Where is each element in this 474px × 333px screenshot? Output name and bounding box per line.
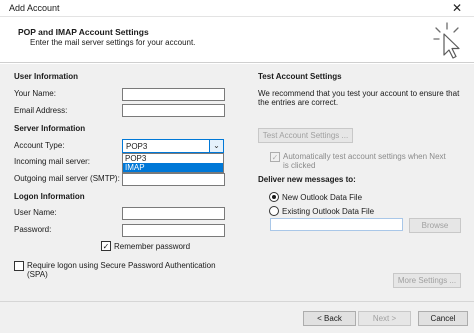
outgoing-server-label: Outgoing mail server (SMTP): (14, 174, 120, 183)
account-type-dropdown-list: POP3 IMAP (122, 153, 224, 173)
header-title: POP and IMAP Account Settings (18, 27, 149, 37)
header-subtitle: Enter the mail server settings for your … (30, 38, 196, 47)
account-type-value: POP3 (126, 142, 148, 151)
browse-button[interactable]: Browse (409, 218, 461, 233)
cancel-button[interactable]: Cancel (418, 311, 468, 326)
chevron-down-icon[interactable]: ⌄ (209, 140, 223, 152)
remember-password-label: Remember password (114, 242, 191, 251)
user-info-heading: User Information (14, 72, 79, 81)
spa-checkbox[interactable] (14, 261, 24, 271)
outgoing-server-input[interactable] (122, 173, 225, 186)
more-settings-button[interactable]: More Settings ... (393, 273, 461, 288)
option-imap[interactable]: IMAP (123, 163, 223, 172)
test-account-settings-button[interactable]: Test Account Settings ... (258, 128, 353, 143)
password-input[interactable] (122, 224, 225, 237)
close-icon[interactable]: ✕ (444, 0, 470, 16)
your-name-input[interactable] (122, 88, 225, 101)
new-data-file-label: New Outlook Data File (282, 193, 363, 202)
remember-password-checkbox[interactable]: ✓ (101, 241, 111, 251)
your-name-label: Your Name: (14, 89, 56, 98)
spa-label: Require logon using Secure Password Auth… (27, 261, 216, 270)
test-settings-heading: Test Account Settings (258, 72, 342, 81)
incoming-server-label: Incoming mail server: (14, 157, 91, 166)
window-title: Add Account (9, 3, 60, 13)
new-data-file-radio[interactable] (269, 192, 279, 202)
deliver-heading: Deliver new messages to: (258, 175, 356, 184)
back-button[interactable]: < Back (303, 311, 356, 326)
server-info-heading: Server Information (14, 124, 86, 133)
radio-selected-dot (272, 195, 276, 199)
existing-data-file-path-input[interactable] (270, 218, 403, 231)
spa-label-line2: (SPA) (27, 270, 48, 279)
dialog-header: POP and IMAP Account Settings Enter the … (0, 17, 474, 63)
password-label: Password: (14, 225, 52, 234)
footer-divider (0, 301, 474, 302)
existing-data-file-label: Existing Outlook Data File (282, 207, 375, 216)
title-bar: Add Account ✕ (0, 0, 474, 17)
email-input[interactable] (122, 104, 225, 117)
account-type-select[interactable]: POP3 ⌄ (122, 139, 224, 153)
logon-info-heading: Logon Information (14, 192, 85, 201)
existing-data-file-radio[interactable] (269, 206, 279, 216)
email-label: Email Address: (14, 106, 68, 115)
option-pop3[interactable]: POP3 (123, 154, 223, 163)
auto-test-checkbox[interactable]: ✓ (270, 152, 280, 162)
user-name-label: User Name: (14, 208, 57, 217)
cursor-click-icon (433, 22, 460, 59)
user-name-input[interactable] (122, 207, 225, 220)
test-description-line2: the entries are correct. (258, 98, 339, 107)
next-button[interactable]: Next > (358, 311, 411, 326)
test-description-line1: We recommend that you test your account … (258, 89, 460, 98)
auto-test-label-line2: is clicked (283, 161, 316, 170)
auto-test-label: Automatically test account settings when… (283, 152, 446, 161)
account-type-label: Account Type: (14, 141, 65, 150)
